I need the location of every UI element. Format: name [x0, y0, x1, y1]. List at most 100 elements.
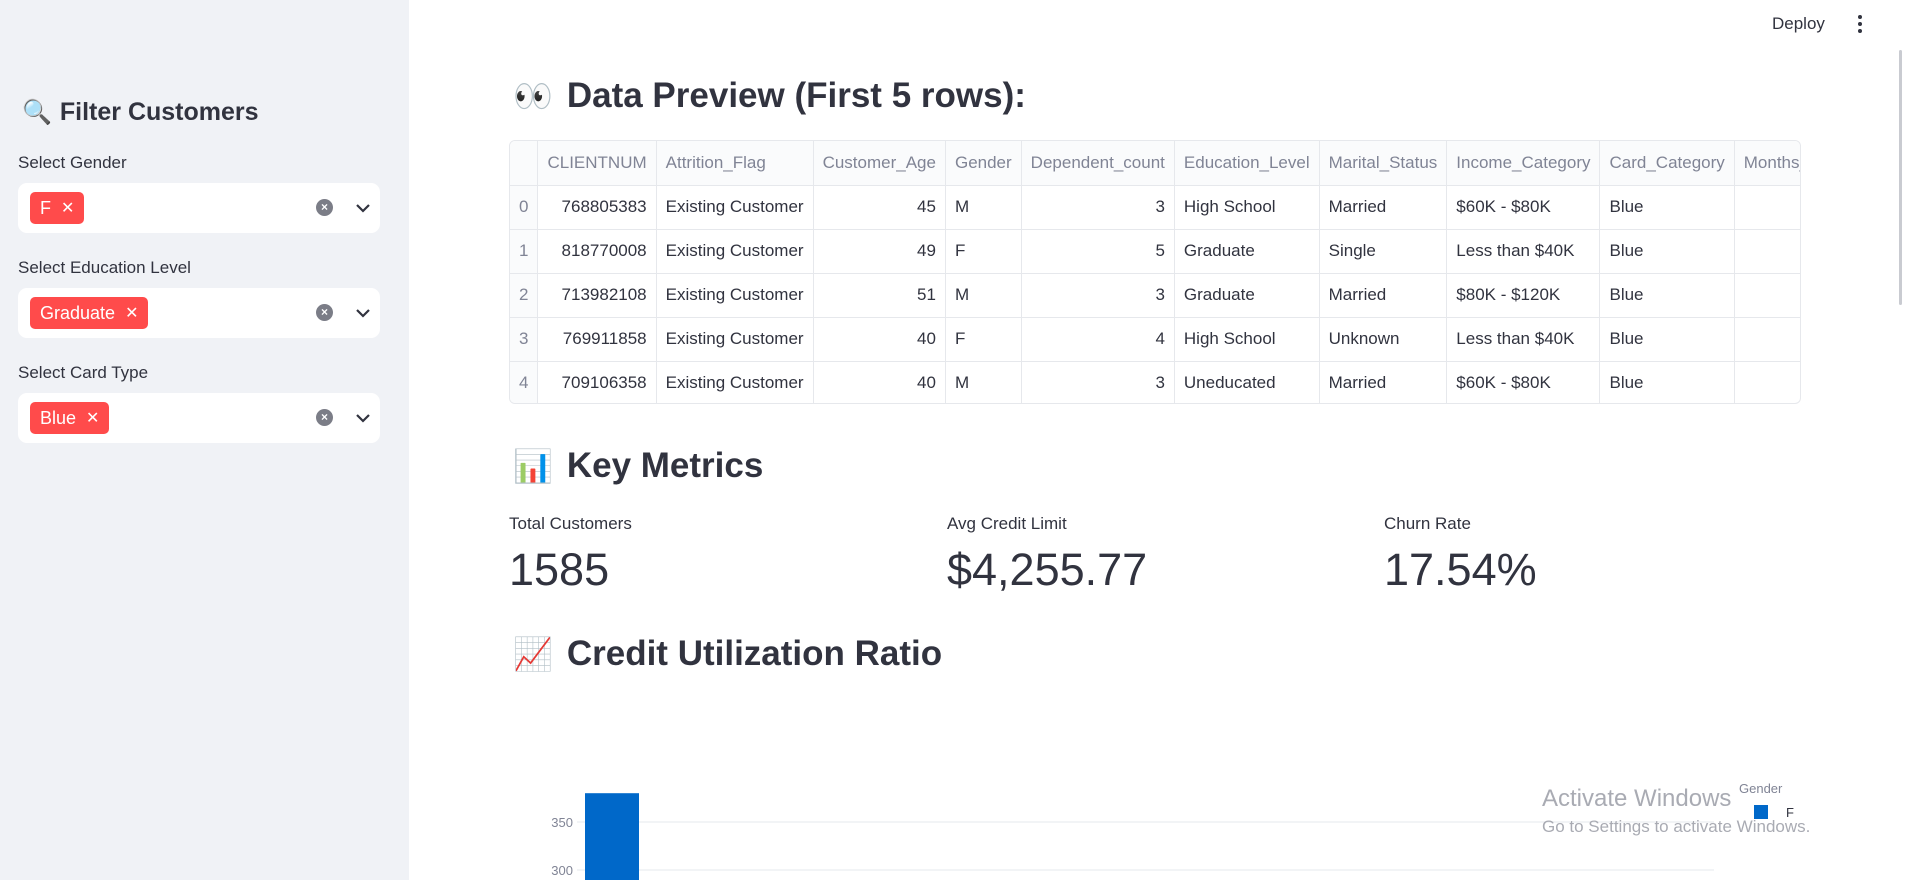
metric-label: Total Customers — [509, 514, 632, 533]
table-cell[interactable]: 768805383 — [537, 185, 657, 230]
table-cell[interactable]: 3 — [1021, 361, 1175, 403]
chevron-down-icon[interactable] — [353, 408, 373, 428]
table-cell[interactable]: M — [945, 273, 1022, 318]
row-index[interactable]: 3 — [510, 317, 539, 362]
table-cell[interactable]: F — [945, 317, 1022, 362]
clear-icon[interactable]: × — [316, 304, 333, 321]
data-preview-heading: 👀 Data Preview (First 5 rows): — [513, 76, 1026, 116]
more-options-icon[interactable] — [1853, 14, 1867, 34]
table-cell[interactable]: Less than $40K — [1446, 229, 1601, 274]
sidebar-title: 🔍 Filter Customers — [22, 98, 259, 127]
table-cell[interactable]: 40 — [813, 317, 946, 362]
row-index[interactable]: 1 — [510, 229, 539, 274]
table-cell[interactable]: Married — [1319, 273, 1448, 318]
remove-tag-icon[interactable]: ✕ — [86, 408, 99, 428]
table-cell[interactable]: Blue — [1599, 185, 1735, 230]
table-cell[interactable] — [1734, 229, 1800, 274]
column-header[interactable]: Gender — [945, 141, 1022, 186]
table-cell[interactable]: $60K - $80K — [1446, 361, 1601, 403]
column-header[interactable]: Marital_Status — [1319, 141, 1448, 186]
table-cell[interactable]: Less than $40K — [1446, 317, 1601, 362]
column-header[interactable]: Education_Level — [1174, 141, 1320, 186]
table-cell[interactable]: Blue — [1599, 229, 1735, 274]
education-tag-graduate[interactable]: Graduate ✕ — [30, 297, 149, 329]
column-header[interactable]: Months_ — [1734, 141, 1800, 186]
line-chart-icon: 📈 — [513, 636, 553, 672]
clear-icon[interactable]: × — [316, 409, 333, 426]
table-cell[interactable]: 713982108 — [537, 273, 657, 318]
table-cell[interactable] — [1734, 361, 1800, 403]
gender-tag-f[interactable]: F ✕ — [30, 192, 85, 224]
table-cell[interactable] — [1734, 273, 1800, 318]
table-cell[interactable]: 769911858 — [537, 317, 657, 362]
table-cell[interactable]: Existing Customer — [656, 361, 814, 403]
table-row[interactable]: 0 768805383 Existing Customer 45 M 3 High Scho… — [510, 185, 1800, 230]
column-header[interactable]: CLIENTNUM — [537, 141, 657, 186]
scrollbar[interactable] — [1899, 50, 1902, 305]
table-cell[interactable]: Uneducated — [1174, 361, 1320, 403]
table-cell[interactable]: M — [945, 185, 1022, 230]
table-cell[interactable]: 709106358 — [537, 361, 657, 403]
table-cell[interactable]: 5 — [1021, 229, 1175, 274]
education-multiselect[interactable]: Graduate ✕ × — [18, 288, 380, 338]
table-cell[interactable]: Married — [1319, 185, 1448, 230]
table-cell[interactable]: Single — [1319, 229, 1448, 274]
deploy-button[interactable]: Deploy — [1760, 12, 1837, 36]
table-cell[interactable]: Unknown — [1319, 317, 1448, 362]
column-header[interactable] — [510, 141, 539, 186]
table-cell[interactable]: Existing Customer — [656, 185, 814, 230]
table-cell[interactable]: 49 — [813, 229, 946, 274]
table-cell[interactable]: Existing Customer — [656, 229, 814, 274]
column-header[interactable]: Attrition_Flag — [656, 141, 814, 186]
table-cell[interactable]: 3 — [1021, 273, 1175, 318]
table-row[interactable]: 2 713982108 Existing Customer 51 M 3 Graduate M… — [510, 273, 1800, 318]
table-cell[interactable]: Married — [1319, 361, 1448, 403]
data-table[interactable]: CLIENTNUM Attrition_Flag Customer_Age Ge… — [509, 140, 1801, 404]
remove-tag-icon[interactable]: ✕ — [125, 303, 138, 323]
column-header[interactable]: Card_Category — [1599, 141, 1735, 186]
table-cell[interactable]: 40 — [813, 361, 946, 403]
column-header[interactable]: Dependent_count — [1021, 141, 1175, 186]
education-filter-label: Select Education Level — [18, 258, 191, 277]
table-cell[interactable]: 818770008 — [537, 229, 657, 274]
table-row[interactable]: 3 769911858 Existing Customer 40 F 4 High Scho… — [510, 317, 1800, 362]
table-cell[interactable]: Blue — [1599, 361, 1735, 403]
clear-icon[interactable]: × — [316, 199, 333, 216]
table-cell[interactable]: High School — [1174, 185, 1320, 230]
table-cell[interactable]: Graduate — [1174, 229, 1320, 274]
table-cell[interactable]: Existing Customer — [656, 317, 814, 362]
chevron-down-icon[interactable] — [353, 303, 373, 323]
remove-tag-icon[interactable]: ✕ — [61, 198, 74, 218]
table-cell[interactable] — [1734, 317, 1800, 362]
table-cell[interactable]: Blue — [1599, 273, 1735, 318]
table-cell[interactable]: 3 — [1021, 185, 1175, 230]
table-cell[interactable]: Existing Customer — [656, 273, 814, 318]
table-cell[interactable]: M — [945, 361, 1022, 403]
chevron-down-icon[interactable] — [353, 198, 373, 218]
row-index[interactable]: 4 — [510, 361, 539, 403]
table-cell[interactable] — [1734, 185, 1800, 230]
table-row[interactable]: 4 709106358 Existing Customer 40 M 3 Uneducate… — [510, 361, 1800, 403]
card-type-tag-blue[interactable]: Blue ✕ — [30, 402, 110, 434]
table-cell[interactable]: $60K - $80K — [1446, 185, 1601, 230]
key-metrics-heading: 📊 Key Metrics — [513, 446, 763, 486]
table-cell[interactable]: F — [945, 229, 1022, 274]
table-cell[interactable]: 51 — [813, 273, 946, 318]
gender-multiselect[interactable]: F ✕ × — [18, 183, 380, 233]
table-cell[interactable]: Graduate — [1174, 273, 1320, 318]
key-metrics-title: Key Metrics — [566, 446, 764, 485]
table-cell[interactable]: High School — [1174, 317, 1320, 362]
row-index[interactable]: 2 — [510, 273, 539, 318]
column-header[interactable]: Income_Category — [1446, 141, 1601, 186]
row-index[interactable]: 0 — [510, 185, 539, 230]
metric-value: 17.54% — [1384, 544, 1537, 595]
column-header[interactable]: Customer_Age — [813, 141, 946, 186]
table-row[interactable]: 1 818770008 Existing Customer 49 F 5 Graduate S… — [510, 229, 1800, 274]
card-type-multiselect[interactable]: Blue ✕ × — [18, 393, 380, 443]
table-cell[interactable]: 45 — [813, 185, 946, 230]
table-cell[interactable]: Blue — [1599, 317, 1735, 362]
table-cell[interactable]: $80K - $120K — [1446, 273, 1601, 318]
bar-chart-icon: 📊 — [513, 448, 553, 484]
table-cell[interactable]: 4 — [1021, 317, 1175, 362]
sidebar-title-text: Filter Customers — [59, 98, 259, 126]
